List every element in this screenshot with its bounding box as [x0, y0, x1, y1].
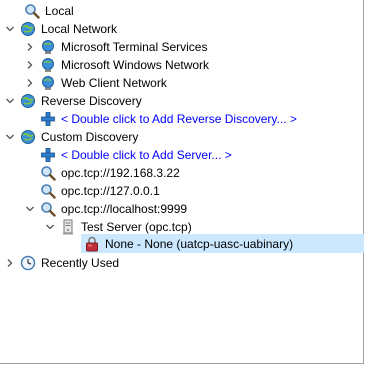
tree-item-local[interactable]: Local [8, 2, 74, 20]
tree-item-test-server[interactable]: Test Server (opc.tcp) [44, 218, 192, 236]
tree-item-ms-windows-network[interactable]: Microsoft Windows Network [24, 56, 209, 74]
tree-item-label: < Double click to Add Reverse Discovery.… [61, 112, 297, 126]
tree-item-reverse-discovery[interactable]: Reverse Discovery [4, 92, 142, 110]
tree-item-label: Local [45, 4, 74, 18]
chevron-down-icon[interactable] [4, 128, 16, 146]
tree-item-server-localhost-9999[interactable]: opc.tcp://localhost:9999 [24, 200, 187, 218]
plus-icon [40, 147, 56, 163]
tree-item-local-network[interactable]: Local Network [4, 20, 117, 38]
chevron-down-icon[interactable] [4, 92, 16, 110]
tree-item-ms-terminal-services[interactable]: Microsoft Terminal Services [24, 38, 207, 56]
tree-item-label: Microsoft Windows Network [61, 58, 210, 72]
tree-item-add-reverse-discovery[interactable]: < Double click to Add Reverse Discovery.… [40, 110, 297, 128]
tree-item-label: Custom Discovery [41, 130, 139, 144]
chevron-right-icon[interactable] [24, 56, 36, 74]
chevron-down-icon[interactable] [24, 200, 36, 218]
magnifier-icon [40, 165, 56, 181]
tree-item-label: Reverse Discovery [41, 94, 142, 108]
globe-network-icon [40, 57, 56, 73]
chevron-right-icon[interactable] [24, 74, 36, 92]
chevron-down-icon[interactable] [4, 20, 16, 38]
tree-item-label: Local Network [41, 22, 118, 36]
magnifier-icon [40, 201, 56, 217]
tree-item-label: opc.tcp://192.168.3.22 [61, 166, 180, 180]
globe-network-icon [20, 93, 36, 109]
plus-icon [40, 111, 56, 127]
globe-network-icon [40, 75, 56, 91]
tree-item-server-127-0-0-1[interactable]: opc.tcp://127.0.0.1 [40, 182, 160, 200]
magnifier-icon [24, 3, 40, 19]
clock-icon [20, 255, 36, 271]
server-tree-panel: Local Local Network Microsoft Terminal S… [0, 0, 364, 364]
tree-item-label: None - None (uatcp-uasc-uabinary) [105, 237, 294, 251]
tree-item-web-client-network[interactable]: Web Client Network [24, 74, 167, 92]
lock-endpoint-icon [84, 236, 100, 252]
tree-item-label: Test Server (opc.tcp) [81, 220, 192, 234]
tree-item-label: < Double click to Add Server... > [61, 148, 232, 162]
tree-item-add-server[interactable]: < Double click to Add Server... > [40, 146, 232, 164]
globe-network-icon [40, 39, 56, 55]
tree-item-recently-used[interactable]: Recently Used [4, 254, 119, 272]
chevron-right-icon[interactable] [24, 38, 36, 56]
tree-item-label: Web Client Network [61, 76, 167, 90]
tree-item-label: opc.tcp://127.0.0.1 [61, 184, 160, 198]
chevron-right-icon[interactable] [4, 254, 16, 272]
tree-item-label: Recently Used [41, 256, 120, 270]
globe-network-icon [20, 21, 36, 37]
tree-item-custom-discovery[interactable]: Custom Discovery [4, 128, 138, 146]
server-icon [60, 219, 76, 235]
tree-item-label: Microsoft Terminal Services [61, 40, 208, 54]
tree-item-label: opc.tcp://localhost:9999 [61, 202, 188, 216]
chevron-down-icon[interactable] [44, 218, 56, 236]
globe-network-icon [20, 129, 36, 145]
tree-item-server-192-168-3-22[interactable]: opc.tcp://192.168.3.22 [40, 164, 180, 182]
magnifier-icon [40, 183, 56, 199]
tree-item-endpoint[interactable]: None - None (uatcp-uasc-uabinary) [84, 235, 293, 253]
